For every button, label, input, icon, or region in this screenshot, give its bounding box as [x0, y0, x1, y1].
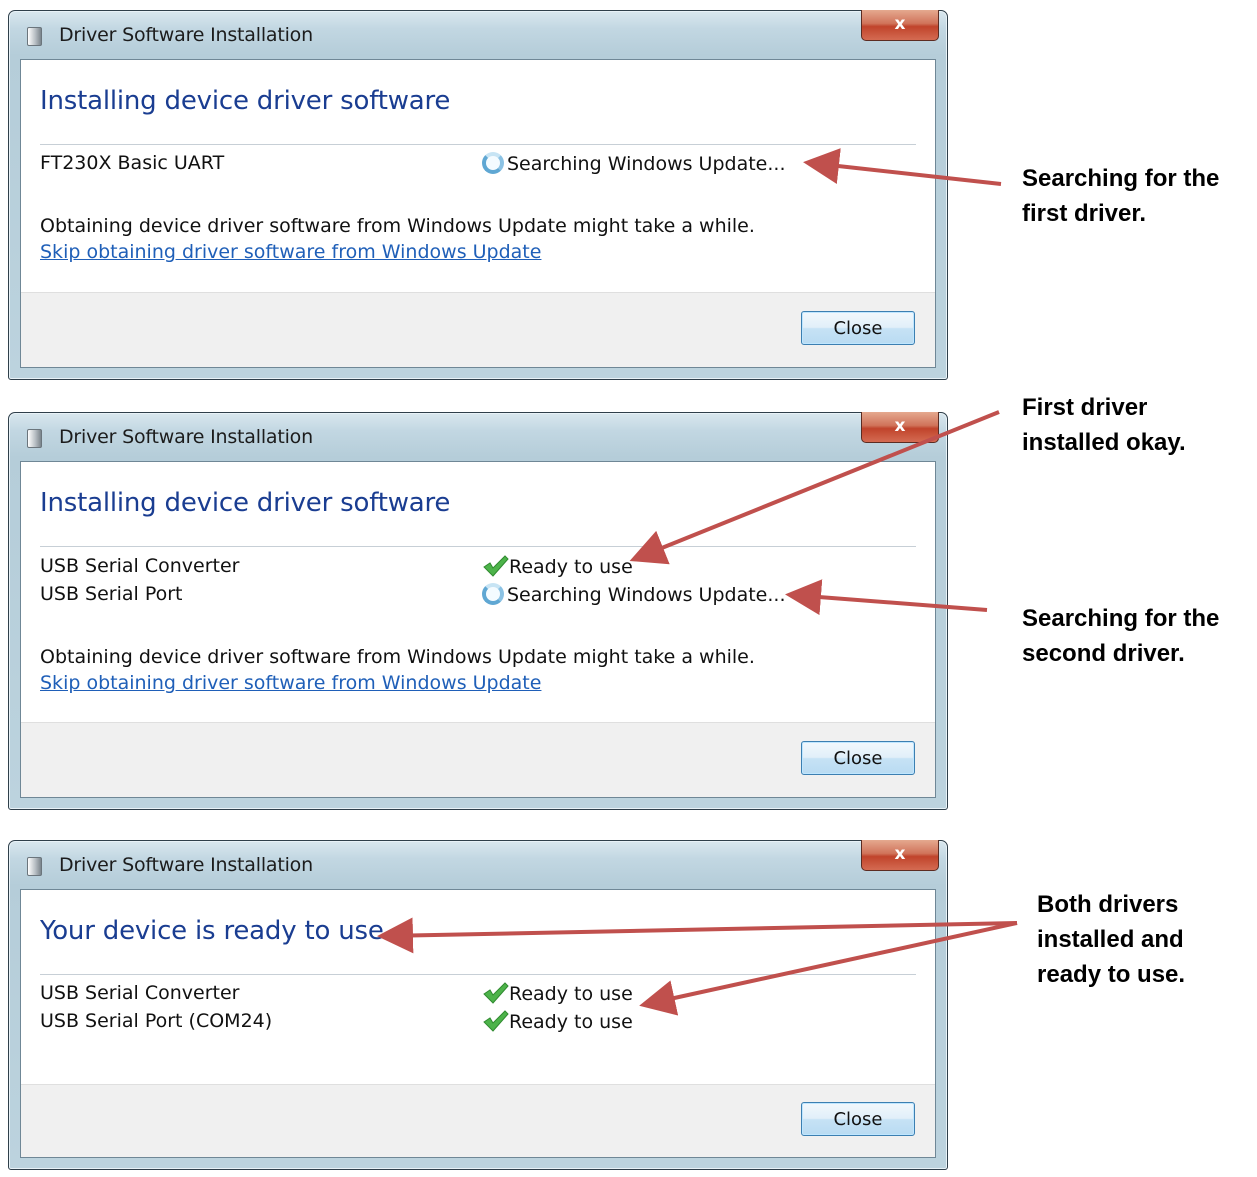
arrow-searching-second	[785, 579, 988, 616]
annotation-arrows	[377, 148, 1018, 1016]
arrow-searching-first	[803, 148, 1002, 186]
arrow-both-ready-status	[639, 921, 1018, 1016]
arrow-device-ready-heading	[377, 917, 1018, 954]
arrow-first-installed	[629, 410, 1000, 565]
